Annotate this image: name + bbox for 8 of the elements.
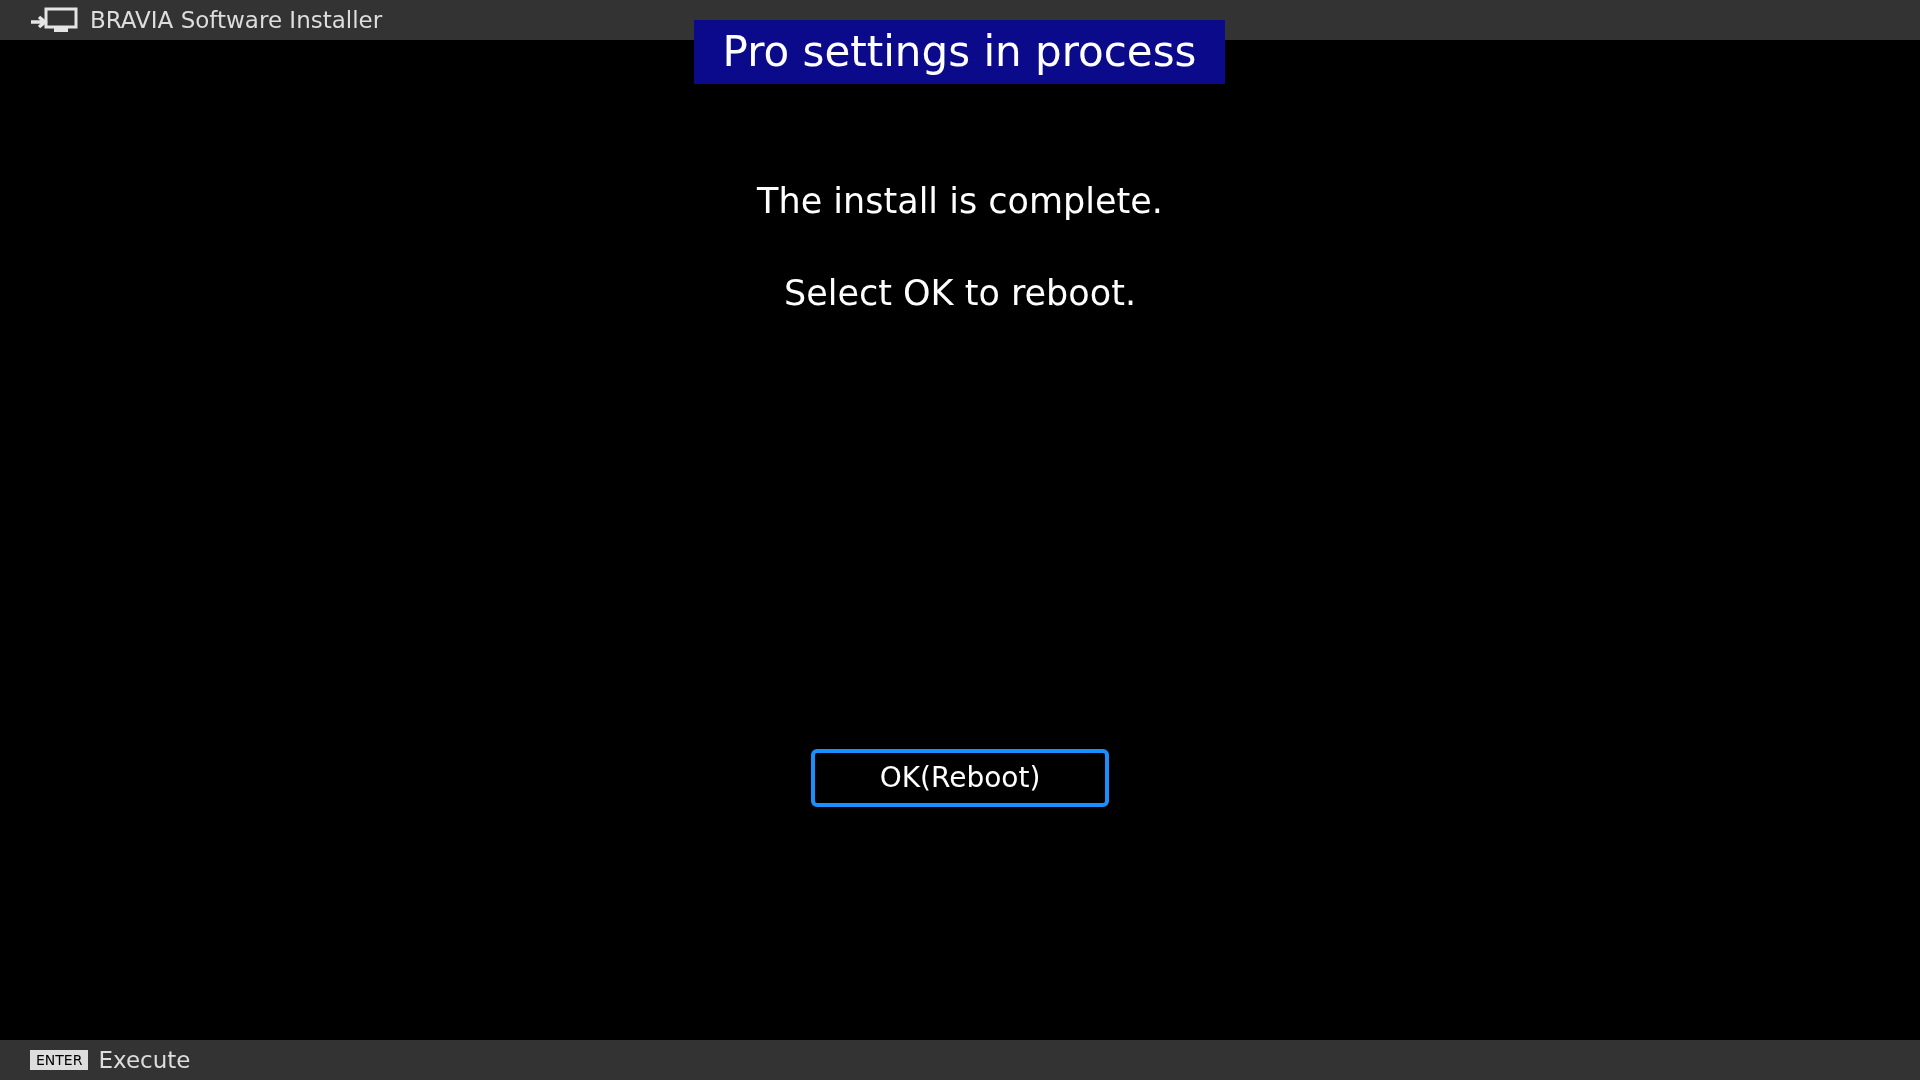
- hint-label: Execute: [98, 1045, 191, 1075]
- monitor-arrow-icon: [30, 7, 78, 33]
- message-text: Select OK to reboot.: [783, 272, 1136, 314]
- banner-title: Pro settings in process: [694, 20, 1225, 84]
- ok-reboot-button[interactable]: OK(Reboot): [811, 749, 1109, 807]
- app-title: BRAVIA Software Installer: [90, 5, 383, 35]
- enter-key: ENTER: [30, 1050, 89, 1070]
- message-text: The install is complete.: [757, 180, 1163, 222]
